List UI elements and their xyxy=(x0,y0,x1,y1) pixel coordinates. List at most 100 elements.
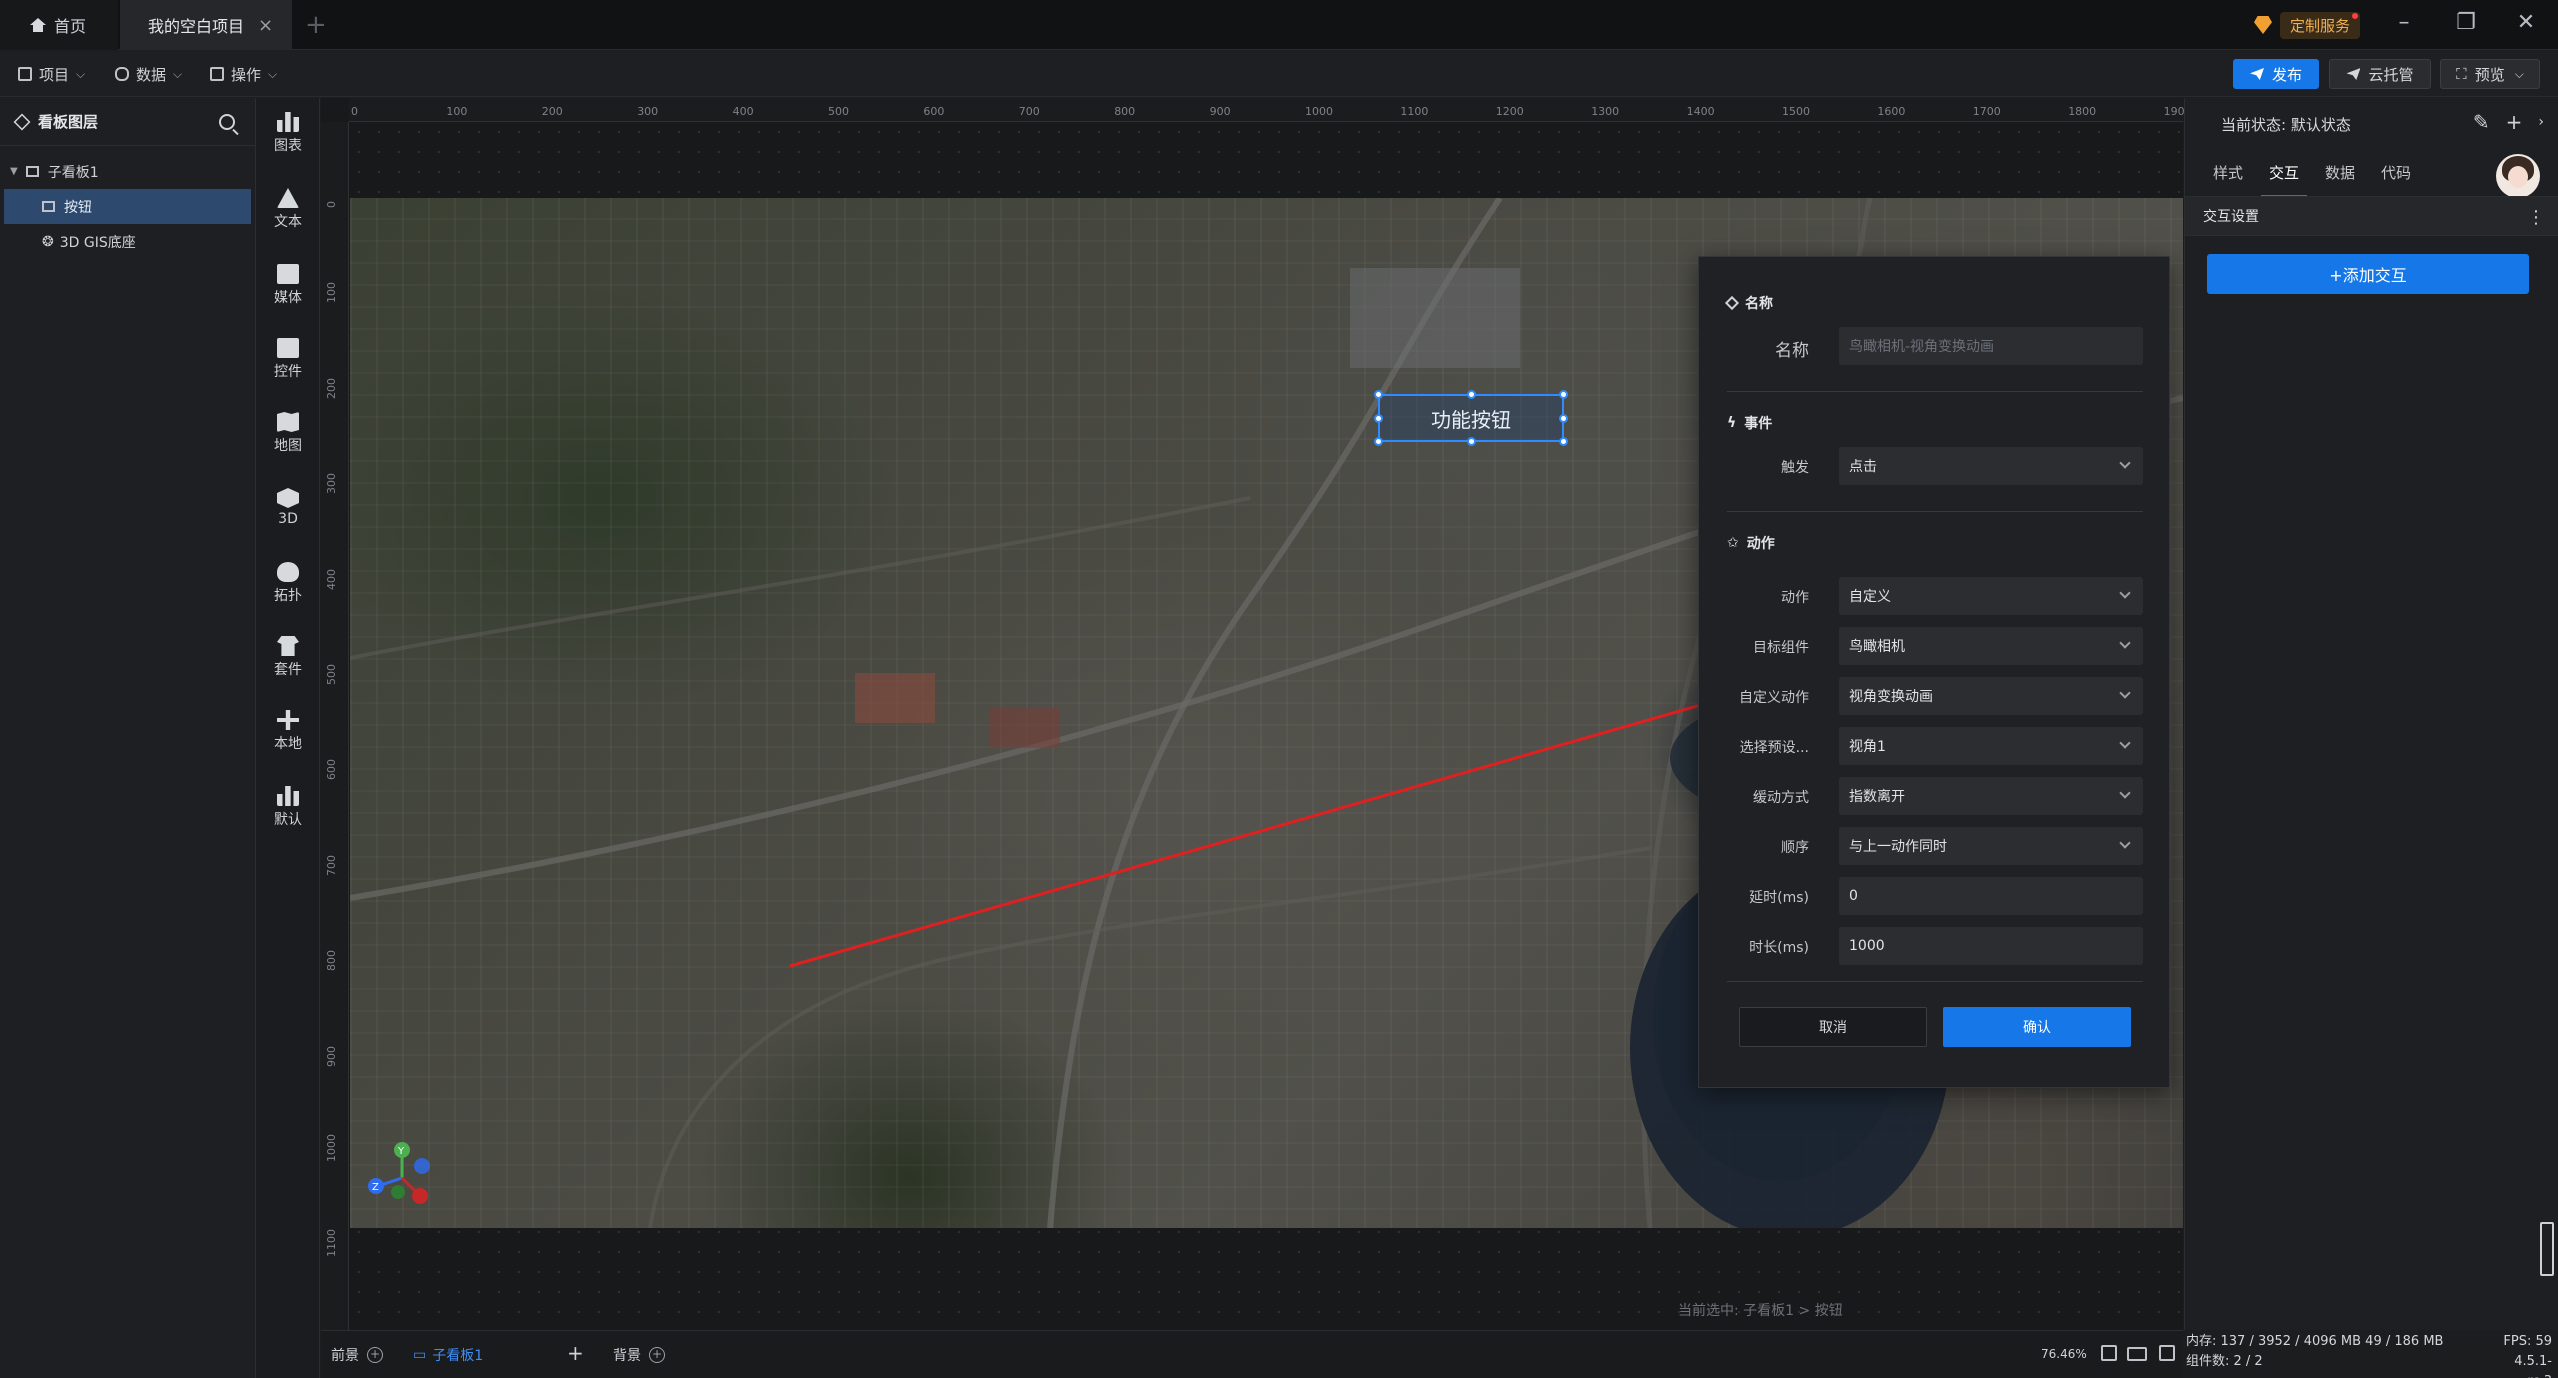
caret-down-icon[interactable]: ▼ xyxy=(10,166,18,177)
field-select[interactable]: 视角变换动画 xyxy=(1839,677,2143,715)
database-icon xyxy=(115,67,129,81)
control-icon xyxy=(277,338,299,358)
tab-style[interactable]: 样式 xyxy=(2205,154,2251,197)
resize-handle[interactable] xyxy=(1559,390,1568,399)
custom-service-button[interactable]: 定制服务 xyxy=(2254,9,2361,41)
search-icon[interactable] xyxy=(219,114,235,130)
preview-button[interactable]: ⛶ 预览 ⌵ xyxy=(2440,59,2540,89)
strip-item-kit[interactable]: 套件 xyxy=(256,636,320,679)
panel-actions: ✎ + › xyxy=(2473,110,2544,134)
chevron-down-icon xyxy=(2119,737,2131,749)
resize-handle[interactable] xyxy=(1559,414,1568,423)
selection-path: 当前选中: 子看板1 > 按钮 xyxy=(1678,1303,1843,1319)
strip-item-text[interactable]: 文本 xyxy=(256,188,320,231)
edit-icon[interactable]: ✎ xyxy=(2473,110,2490,134)
function-button-label: 功能按钮 xyxy=(1431,407,1511,432)
current-state: 当前状态: 默认状态 xyxy=(2221,116,2351,134)
resize-handle[interactable] xyxy=(1374,414,1383,423)
strip-item-map[interactable]: 地图 xyxy=(256,412,320,455)
strip-item-control[interactable]: 控件 xyxy=(256,338,320,381)
more-icon[interactable]: ⋮ xyxy=(2527,207,2545,228)
strip-item-3d[interactable]: 3D xyxy=(256,488,320,527)
tab-data[interactable]: 数据 xyxy=(2317,154,2363,197)
name-label: 名称 xyxy=(1775,341,1809,361)
keyboard-icon[interactable] xyxy=(2127,1347,2147,1361)
send-icon xyxy=(2346,68,2361,80)
fit-screen-icon[interactable] xyxy=(2101,1345,2117,1361)
add-circle-icon[interactable]: + xyxy=(367,1347,383,1363)
ruler-tick-label: 400 xyxy=(732,105,754,118)
menu-project[interactable]: 项目 ⌵ xyxy=(18,51,85,97)
strip-item-chart[interactable]: 图表 xyxy=(256,112,320,155)
field-select[interactable]: 自定义 xyxy=(1839,577,2143,615)
close-icon[interactable]: × xyxy=(258,15,273,36)
resize-handle[interactable] xyxy=(1374,437,1383,446)
map-icon xyxy=(277,412,299,432)
chevron-right-icon[interactable]: › xyxy=(2538,110,2544,134)
add-interaction-button[interactable]: +添加交互 xyxy=(2207,254,2529,294)
menu-data[interactable]: 数据 ⌵ xyxy=(115,51,182,97)
layer-item-button[interactable]: 按钮 xyxy=(4,189,251,224)
ruler-tick-label: 1200 xyxy=(1495,105,1524,118)
publish-button[interactable]: 发布 xyxy=(2233,59,2319,89)
terminal-icon[interactable] xyxy=(2159,1345,2175,1361)
function-button-widget[interactable]: 功能按钮 xyxy=(1374,390,1568,446)
chevron-down-icon xyxy=(2119,837,2131,849)
layer-item-label: 子看板1 xyxy=(47,164,99,181)
field-select[interactable]: 鸟瞰相机 xyxy=(1839,627,2143,665)
field-label: 顺序 xyxy=(1781,840,1809,856)
chevron-down-icon: ⌵ xyxy=(76,66,86,81)
add-circle-icon[interactable]: + xyxy=(649,1347,665,1363)
bar-chart-icon xyxy=(277,112,299,132)
strip-item-media[interactable]: 媒体 xyxy=(256,264,320,307)
strip-item-default[interactable]: 默认 xyxy=(256,786,320,829)
name-input[interactable]: 鸟瞰相机-视角变换动画 xyxy=(1839,327,2143,365)
strip-item-label: 控件 xyxy=(274,364,302,380)
add-board-icon[interactable]: + xyxy=(567,1341,584,1365)
tab-foreground[interactable]: 前景 + xyxy=(331,1345,383,1365)
trigger-select[interactable]: 点击 xyxy=(1839,447,2143,485)
axis-gizmo-icon[interactable]: Y Z xyxy=(360,1138,450,1218)
window-close-icon[interactable]: ✕ xyxy=(2506,10,2546,35)
cloud-icon xyxy=(277,562,299,582)
strip-item-label: 默认 xyxy=(274,812,302,828)
tab-interaction[interactable]: 交互 xyxy=(2261,154,2308,197)
tab-project[interactable]: 我的空白项目 × xyxy=(120,0,292,50)
resize-handle[interactable] xyxy=(1467,390,1476,399)
field-select[interactable]: 指数离开 xyxy=(1839,777,2143,815)
scroll-handle[interactable] xyxy=(2540,1222,2554,1276)
menu-operation[interactable]: 操作 ⌵ xyxy=(210,51,277,97)
strip-item-topology[interactable]: 拓扑 xyxy=(256,562,320,605)
add-icon[interactable]: + xyxy=(2506,110,2523,134)
bar-chart-icon xyxy=(277,786,299,806)
resize-handle[interactable] xyxy=(1374,390,1383,399)
confirm-button[interactable]: 确认 xyxy=(1943,1007,2131,1047)
cloud-hosting-button[interactable]: 云托管 xyxy=(2329,59,2431,89)
layer-item-gis[interactable]: ❂ 3D GIS底座 xyxy=(0,224,255,259)
strip-item-local[interactable]: 本地 xyxy=(256,710,320,753)
layer-item-label: 按钮 xyxy=(64,199,92,216)
resize-handle[interactable] xyxy=(1559,437,1568,446)
field-select[interactable]: 与上一动作同时 xyxy=(1839,827,2143,865)
restore-icon[interactable]: ❐ xyxy=(2446,10,2486,35)
field-input[interactable]: 1000 xyxy=(1839,927,2143,965)
tab-home[interactable]: 首页 xyxy=(0,0,118,50)
ruler-tick-label: 1100 xyxy=(1400,105,1429,118)
chevron-down-icon: ⌵ xyxy=(173,66,183,81)
field-select[interactable]: 视角1 xyxy=(1839,727,2143,765)
add-tab-icon[interactable]: + xyxy=(305,10,327,40)
ruler-tick-label: 1000 xyxy=(325,1134,338,1162)
minimize-icon[interactable]: – xyxy=(2384,10,2424,35)
layer-item-board[interactable]: ▼ 子看板1 xyxy=(0,154,255,189)
ruler-left: 0 100 200 300 400 500 600 700 800 900 1000 1100 xyxy=(321,122,349,1330)
tab-board[interactable]: ▭ 子看板1 xyxy=(413,1345,483,1365)
tab-background[interactable]: 背景 + xyxy=(613,1345,665,1365)
avatar[interactable] xyxy=(2496,154,2540,198)
ruler-tick-label: 500 xyxy=(325,664,338,685)
resize-handle[interactable] xyxy=(1467,437,1476,446)
field-input[interactable]: 0 xyxy=(1839,877,2143,915)
tab-code[interactable]: 代码 xyxy=(2373,154,2419,197)
panel-tabs: 样式 交互 数据 代码 xyxy=(2205,154,2429,197)
ruler-tick-label: 100 xyxy=(325,282,338,304)
cancel-button[interactable]: 取消 xyxy=(1739,1007,1927,1047)
